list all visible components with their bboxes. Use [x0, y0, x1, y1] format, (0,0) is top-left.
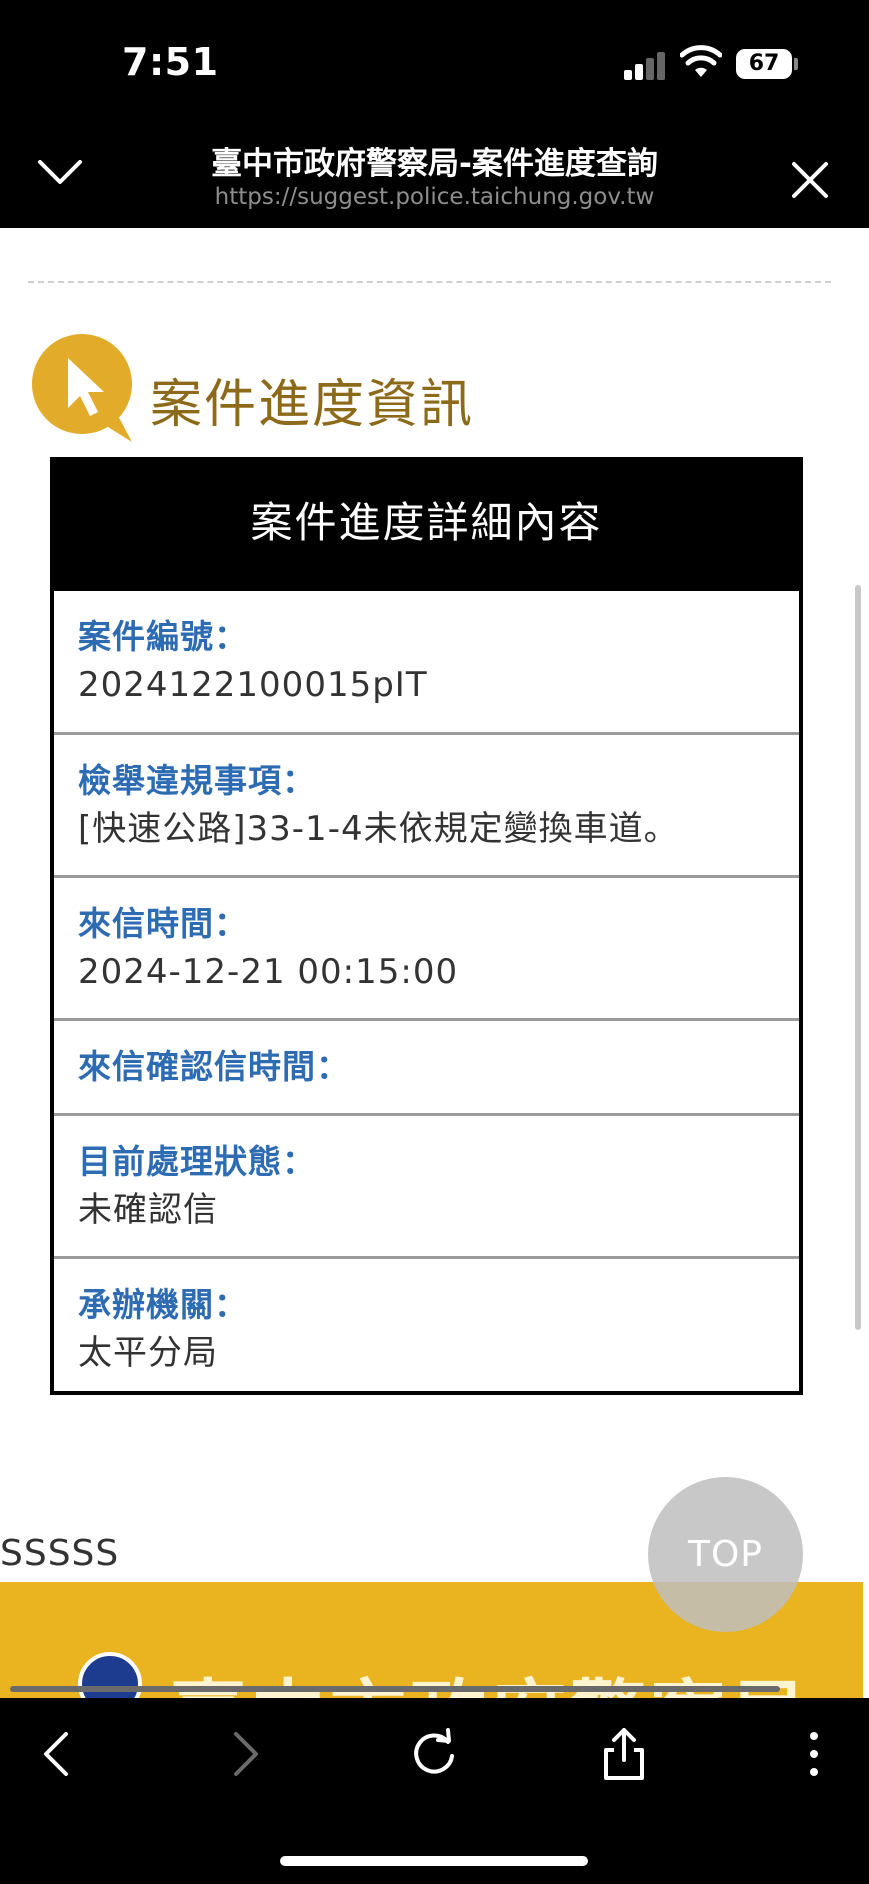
section-title: 案件進度資訊: [150, 375, 475, 435]
row-value: 2024122100015pIT: [78, 665, 428, 705]
home-indicator: [280, 1856, 588, 1866]
row-value: [快速公路]33-1-4未依規定變換車道。: [78, 809, 679, 849]
battery-nub: [794, 58, 798, 70]
row-label: 目前處理狀態：: [78, 1142, 316, 1181]
back-to-top-button[interactable]: TOP: [648, 1477, 803, 1632]
wifi-icon: [680, 45, 722, 77]
browser-url[interactable]: https://suggest.police.taichung.gov.tw: [0, 184, 869, 210]
violation-row: 檢舉違規事項： [快速公路]33-1-4未依規定變換車道。: [54, 732, 799, 875]
agency-row: 承辦機關： 太平分局: [54, 1256, 799, 1399]
received-time-row: 來信時間： 2024-12-21 00:15:00: [54, 875, 799, 1018]
row-label: 來信時間：: [78, 904, 248, 943]
row-value: 2024-12-21 00:15:00: [78, 952, 459, 992]
row-label: 檢舉違規事項：: [78, 761, 316, 800]
browser-header: 7:51 67 臺中市政府警察局-案件進度查詢 https://suggest.…: [0, 0, 869, 228]
cellular-signal-icon: [624, 50, 668, 80]
battery-icon: 67: [736, 49, 792, 79]
browser-page-title: 臺中市政府警察局-案件進度查詢: [211, 146, 658, 182]
row-label: 承辦機關：: [78, 1285, 248, 1324]
case-number-row: 案件編號： 2024122100015pIT: [54, 591, 799, 732]
share-icon[interactable]: [592, 1722, 656, 1786]
row-value: 太平分局: [78, 1333, 218, 1373]
vertical-scrollbar[interactable]: [855, 585, 861, 1330]
more-options-icon[interactable]: [782, 1722, 846, 1786]
back-icon[interactable]: [26, 1722, 90, 1786]
divider: [28, 281, 831, 283]
cursor-badge-icon: [32, 334, 132, 442]
confirmation-time-row: 來信確認信時間：: [54, 1018, 799, 1113]
row-label: 案件編號：: [78, 617, 248, 656]
status-row: 目前處理狀態： 未確認信: [54, 1113, 799, 1256]
close-icon[interactable]: [786, 156, 834, 204]
case-progress-card: 案件進度詳細內容 案件編號： 2024122100015pIT 檢舉違規事項： …: [50, 457, 803, 1395]
status-time: 7:51: [122, 40, 219, 84]
row-value: 未確認信: [78, 1190, 218, 1230]
footer-text: SSSSS: [0, 1533, 120, 1574]
forward-icon[interactable]: [212, 1722, 276, 1786]
reload-icon[interactable]: [402, 1722, 466, 1786]
horizontal-scrollbar[interactable]: [10, 1686, 780, 1692]
row-label: 來信確認信時間：: [78, 1047, 350, 1086]
card-header: 案件進度詳細內容: [54, 461, 799, 591]
